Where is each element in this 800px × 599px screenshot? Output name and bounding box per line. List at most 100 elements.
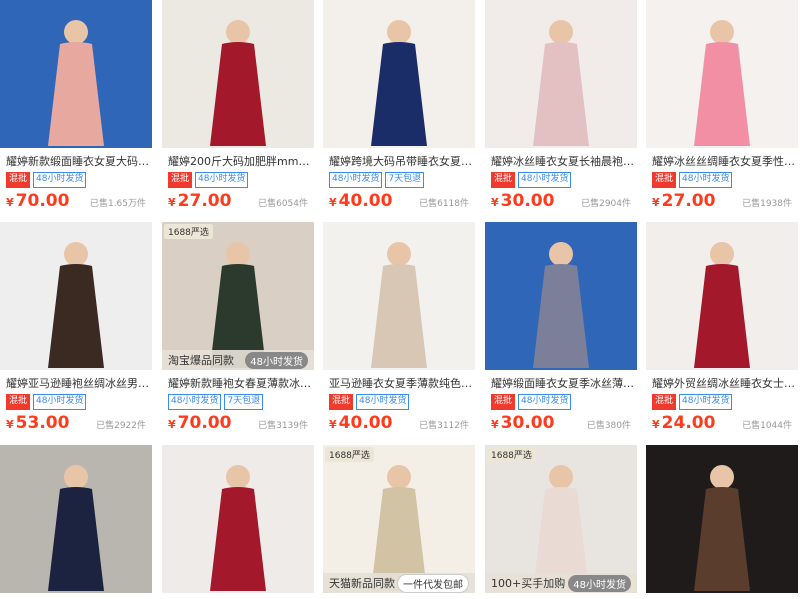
- service-tag: 7天包退: [224, 394, 264, 410]
- product-image[interactable]: [162, 445, 314, 593]
- price-value: 30.00: [500, 413, 555, 433]
- price-value: 70.00: [177, 413, 232, 433]
- price-row: ¥70.00 已售1.65万件: [0, 191, 152, 211]
- sold-count: 已售3139件: [258, 421, 308, 431]
- sold-count: 已售1938件: [742, 199, 792, 209]
- product-card[interactable]: 1688严选 天猫新品同款 一件代发包邮: [323, 445, 475, 593]
- service-tag: 48小时发货: [168, 394, 222, 410]
- price-value: 40.00: [338, 413, 393, 433]
- product-card[interactable]: [646, 445, 798, 593]
- product-card[interactable]: 耀婷外贸丝绸冰丝睡衣女士春夏...混批48小时发货 ¥24.00 已售1044件: [646, 222, 798, 433]
- product-title[interactable]: 耀婷冰丝睡衣女夏长袖晨袍缎面...: [485, 153, 637, 171]
- product-image[interactable]: [0, 0, 152, 148]
- sold-count: 已售2904件: [581, 199, 631, 209]
- product-image[interactable]: [646, 0, 798, 148]
- mixed-batch-tag: 混批: [6, 394, 31, 410]
- product-card[interactable]: 耀婷新款缎面睡衣女夏大码轻奢...混批48小时发货 ¥70.00 已售1.65万件: [0, 0, 152, 211]
- product-image[interactable]: [323, 222, 475, 370]
- product-image[interactable]: [646, 222, 798, 370]
- sold-count: 已售6054件: [258, 199, 308, 209]
- currency-symbol: ¥: [329, 196, 337, 209]
- product-price: ¥30.00: [491, 191, 554, 211]
- product-image[interactable]: [485, 222, 637, 370]
- product-card[interactable]: [0, 445, 152, 593]
- product-title[interactable]: 耀婷新款睡袍女春夏薄款冰丝...: [162, 375, 314, 393]
- strict-selection-badge: 1688严选: [487, 447, 536, 462]
- product-tags: 混批 48小时发货: [646, 172, 798, 188]
- product-price: ¥30.00: [491, 413, 554, 433]
- product-tags: 混批 48小时发货: [0, 394, 152, 410]
- service-tag: 48小时发货: [329, 172, 383, 188]
- product-card[interactable]: [162, 445, 314, 593]
- product-title[interactable]: 耀婷新款缎面睡衣女夏大码轻奢...: [0, 153, 152, 171]
- product-card[interactable]: 耀婷跨境大码吊带睡衣女夏女士...48小时发货7天包退 ¥40.00 已售6118…: [323, 0, 475, 211]
- price-value: 24.00: [661, 413, 716, 433]
- price-row: ¥53.00 已售2922件: [0, 413, 152, 433]
- product-card[interactable]: 亚马逊睡衣女夏季薄款纯色基础...混批48小时发货 ¥40.00 已售3112件: [323, 222, 475, 433]
- currency-symbol: ¥: [168, 196, 176, 209]
- product-card[interactable]: 耀婷亚马逊睡袍丝绸冰丝男士睡...混批48小时发货 ¥53.00 已售2922件: [0, 222, 152, 433]
- product-image[interactable]: [323, 0, 475, 148]
- product-title[interactable]: 耀婷200斤大码加肥胖mm春夏...: [162, 153, 314, 171]
- product-tags: 混批 48小时发货: [485, 172, 637, 188]
- product-image[interactable]: 1688严选 100+买手加购 48小时发货: [485, 445, 637, 593]
- product-image[interactable]: [0, 445, 152, 593]
- product-image[interactable]: 1688严选淘宝爆品同款 48小时发货: [162, 222, 314, 370]
- strict-selection-badge: 1688严选: [164, 224, 213, 239]
- promo-left-label: 100+买手加购: [491, 577, 566, 590]
- product-tags: 混批 48小时发货: [485, 394, 637, 410]
- price-value: 27.00: [177, 191, 232, 211]
- product-title[interactable]: 耀婷缎面睡衣女夏季冰丝薄款睡...: [485, 375, 637, 393]
- sold-count: 已售1044件: [742, 421, 792, 431]
- product-price: ¥27.00: [168, 191, 231, 211]
- mixed-batch-tag: 混批: [652, 394, 677, 410]
- product-card[interactable]: 1688严选 100+买手加购 48小时发货: [485, 445, 637, 593]
- currency-symbol: ¥: [6, 196, 14, 209]
- product-tags: 48小时发货 7天包退: [162, 394, 314, 410]
- currency-symbol: ¥: [168, 418, 176, 431]
- price-row: ¥30.00 已售2904件: [485, 191, 637, 211]
- sold-count: 已售1.65万件: [89, 199, 146, 209]
- product-image[interactable]: [646, 445, 798, 593]
- service-tag: 48小时发货: [356, 394, 410, 410]
- image-promo-bar: 淘宝爆品同款 48小时发货: [162, 350, 314, 370]
- mixed-batch-tag: 混批: [652, 172, 677, 188]
- product-tags: 混批 48小时发货: [162, 172, 314, 188]
- product-card[interactable]: 耀婷冰丝丝绸睡衣女夏季性感短...混批48小时发货 ¥27.00 已售1938件: [646, 0, 798, 211]
- mixed-batch-tag: 混批: [6, 172, 31, 188]
- product-title[interactable]: 耀婷跨境大码吊带睡衣女夏女士...: [323, 153, 475, 171]
- promo-right-label: 一件代发包邮: [397, 573, 469, 593]
- currency-symbol: ¥: [491, 418, 499, 431]
- service-tag: 48小时发货: [518, 394, 572, 410]
- product-image[interactable]: [162, 0, 314, 148]
- product-title[interactable]: 耀婷冰丝丝绸睡衣女夏季性感短...: [646, 153, 798, 171]
- price-value: 70.00: [15, 191, 70, 211]
- product-title[interactable]: 亚马逊睡衣女夏季薄款纯色基础...: [323, 375, 475, 393]
- product-tags: 48小时发货 7天包退: [323, 172, 475, 188]
- currency-symbol: ¥: [652, 196, 660, 209]
- mixed-batch-tag: 混批: [491, 172, 516, 188]
- product-image[interactable]: 1688严选 天猫新品同款 一件代发包邮: [323, 445, 475, 593]
- product-title[interactable]: 耀婷亚马逊睡袍丝绸冰丝男士睡...: [0, 375, 152, 393]
- product-image[interactable]: [485, 0, 637, 148]
- product-card[interactable]: 耀婷缎面睡衣女夏季冰丝薄款睡...混批48小时发货 ¥30.00 已售380件: [485, 222, 637, 433]
- promo-left-label: 淘宝爆品同款: [168, 354, 234, 367]
- product-card[interactable]: 1688严选 淘宝爆品同款 48小时发货 耀婷新款睡袍女春夏薄款冰丝... 48小时发货…: [162, 222, 314, 433]
- service-tag: 48小时发货: [679, 172, 733, 188]
- product-price: ¥53.00: [6, 413, 69, 433]
- price-value: 30.00: [500, 191, 555, 211]
- price-row: ¥27.00 已售1938件: [646, 191, 798, 211]
- product-title[interactable]: 耀婷外贸丝绸冰丝睡衣女士春夏...: [646, 375, 798, 393]
- price-row: ¥27.00 已售6054件: [162, 191, 314, 211]
- price-value: 27.00: [661, 191, 716, 211]
- service-tag: 48小时发货: [679, 394, 733, 410]
- promo-right-label: 48小时发货: [245, 351, 308, 369]
- product-card[interactable]: 耀婷200斤大码加肥胖mm春夏...混批48小时发货 ¥27.00 已售6054件: [162, 0, 314, 211]
- product-image[interactable]: [0, 222, 152, 370]
- service-tag: 48小时发货: [518, 172, 572, 188]
- product-tags: 混批 48小时发货: [0, 172, 152, 188]
- price-row: ¥40.00 已售6118件: [323, 191, 475, 211]
- product-card[interactable]: 耀婷冰丝睡衣女夏长袖晨袍缎面...混批48小时发货 ¥30.00 已售2904件: [485, 0, 637, 211]
- product-tags: 混批 48小时发货: [323, 394, 475, 410]
- price-row: ¥30.00 已售380件: [485, 413, 637, 433]
